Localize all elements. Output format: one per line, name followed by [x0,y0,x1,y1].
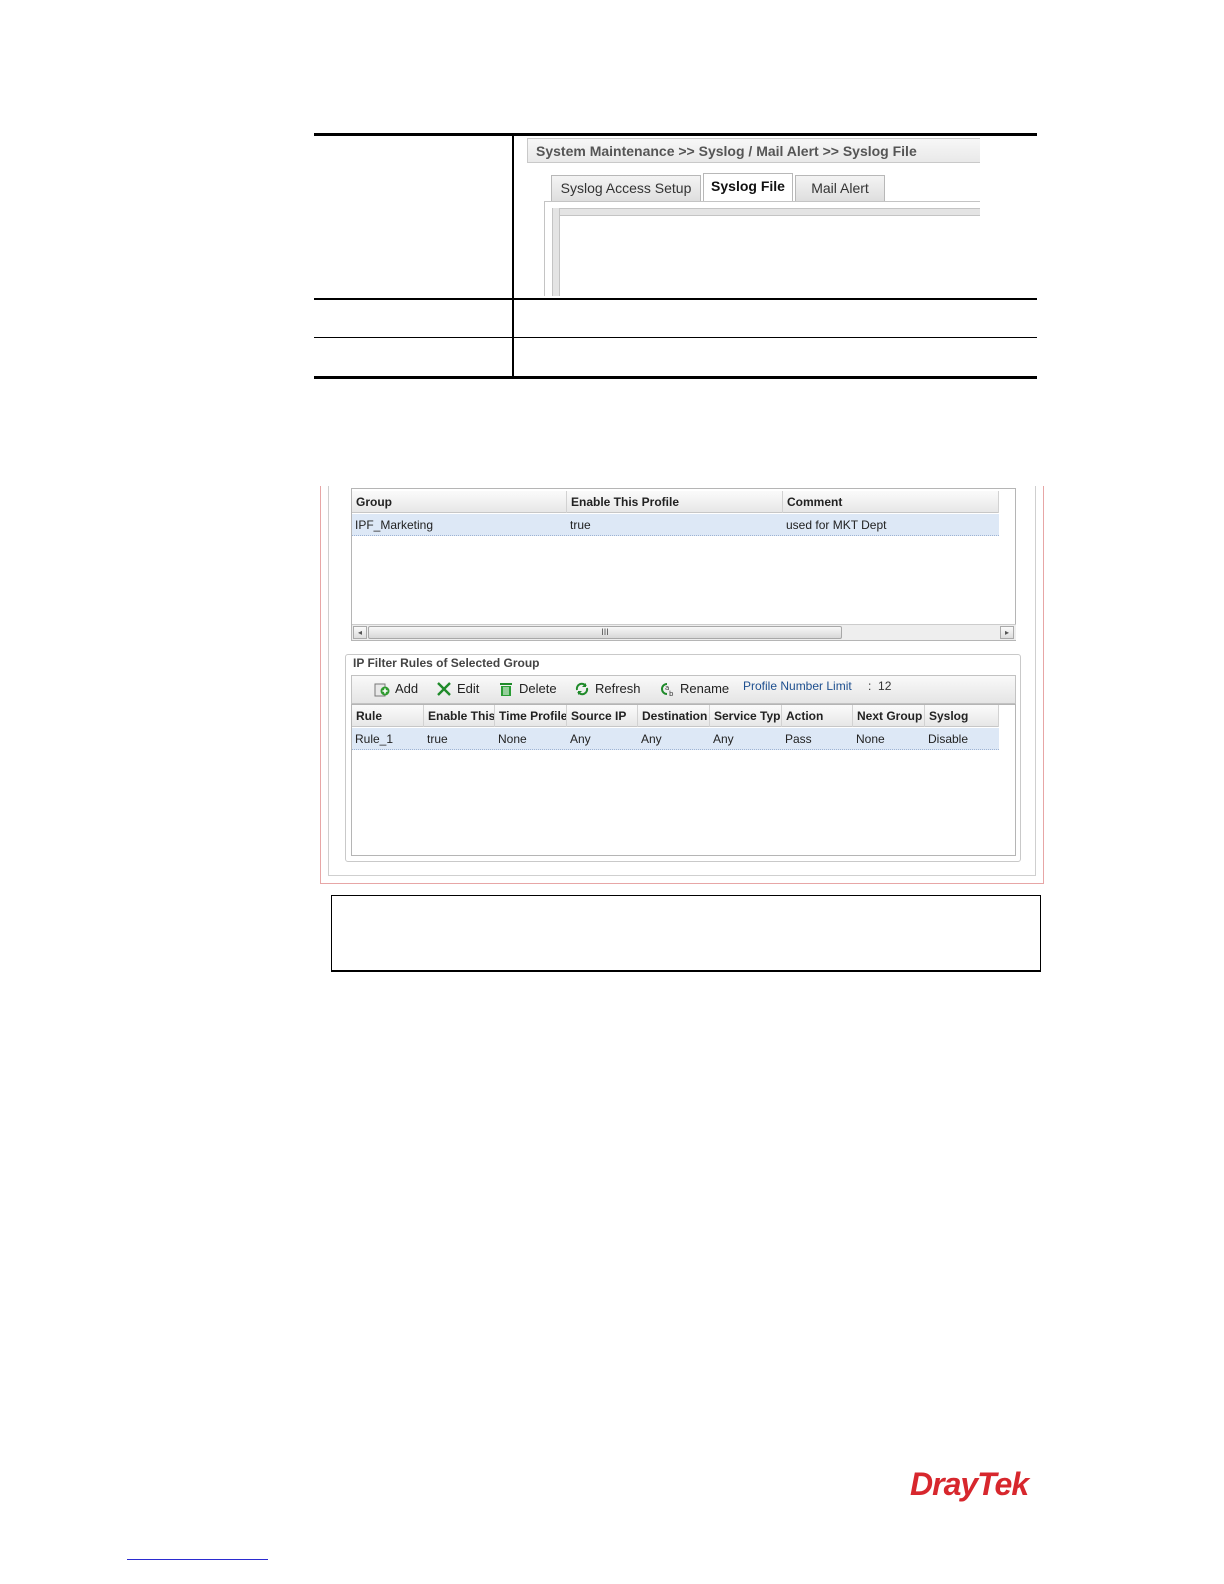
footer-link-underline [127,1559,268,1560]
tab-syslog-file[interactable]: Syslog File [703,173,793,201]
profile-limit-separator: : [868,679,872,693]
column-header-next-group[interactable]: Next Group [853,705,925,727]
tab-mail-alert[interactable]: Mail Alert [795,175,885,201]
delete-label: Delete [519,681,557,696]
column-header-group[interactable]: Group [352,491,567,513]
rename-button[interactable]: ab Rename [658,680,729,698]
cell-group: IPF_Marketing [355,518,434,532]
syslog-screenshot: System Maintenance >> Syslog / Mail Aler… [527,138,980,296]
rename-icon: ab [661,683,674,697]
column-header-syslog[interactable]: Syslog [925,705,999,727]
cell-next-group: None [856,732,885,746]
delete-button[interactable]: Delete [498,680,557,698]
cell-comment: used for MKT Dept [786,518,887,532]
refresh-icon [575,682,589,696]
cell-time-profile: None [498,732,527,746]
breadcrumb-text: System Maintenance >> Syslog / Mail Aler… [536,143,917,159]
draytek-logo: DrayTek [910,1466,1029,1502]
svg-text:b: b [669,690,674,697]
profile-limit-number: 12 [878,679,892,693]
refresh-button[interactable]: Refresh [574,680,641,698]
tab-syslog-access-setup[interactable]: Syslog Access Setup [551,175,701,201]
table-row[interactable]: Rule_1 true None Any Any Any Pass None D… [352,728,999,750]
trash-icon [500,683,512,696]
scroll-left-arrow-icon[interactable]: ◂ [353,626,367,639]
cell-rule: Rule_1 [355,732,394,746]
edit-button[interactable]: Edit [436,680,479,698]
rules-grid-header: Rule Enable This Time Profile Source IP … [352,705,999,727]
column-header-service-type[interactable]: Service Type [710,705,782,727]
cell-syslog: Disable [928,732,969,746]
column-header-enable-profile[interactable]: Enable This Profile [567,491,783,513]
cell-destination-ip: Any [641,732,662,746]
inner-panel-left-border [552,208,560,296]
table-bottom-rule [314,376,1037,379]
horizontal-scrollbar[interactable]: ◂ III ▸ [352,624,1016,640]
tab-body-left-border [544,201,545,296]
cell-action: Pass [785,732,812,746]
cell-service-type: Any [713,732,734,746]
add-label: Add [395,681,419,696]
refresh-label: Refresh [595,681,641,696]
cell-enable: true [427,732,448,746]
column-header-enable[interactable]: Enable This [424,705,495,727]
rename-label: Rename [680,681,730,696]
group-grid-header: Group Enable This Profile Comment [352,491,999,513]
note-box [331,895,1041,972]
cell-source-ip: Any [570,732,591,746]
profile-limit-label: Profile Number Limit [743,679,852,693]
rules-grid: Rule Enable This Time Profile Source IP … [351,704,1016,856]
rules-legend: IP Filter Rules of Selected Group [352,656,541,670]
table-row-divider [314,298,1037,300]
tab-body-top-border [544,201,980,202]
breadcrumb: System Maintenance >> Syslog / Mail Aler… [527,138,980,163]
cell-enable: true [570,518,591,532]
column-header-source-ip[interactable]: Source IP [567,705,638,727]
add-button[interactable]: Add [374,680,418,698]
scroll-thumb[interactable]: III [368,626,842,639]
table-row[interactable]: IPF_Marketing true used for MKT Dept [352,514,999,536]
add-icon [374,683,390,697]
column-header-action[interactable]: Action [782,705,853,727]
scroll-right-arrow-icon[interactable]: ▸ [1000,626,1014,639]
table-top-rule [314,133,1037,136]
table-column-divider [512,133,514,378]
group-grid: Group Enable This Profile Comment IPF_Ma… [351,488,1016,641]
table-row-divider [314,337,1037,338]
edit-icon [437,682,451,696]
profile-limit-value: : 12 [868,679,891,693]
column-header-rule[interactable]: Rule [352,705,424,727]
inner-panel-top-border [552,208,980,216]
edit-label: Edit [457,681,480,696]
column-header-comment[interactable]: Comment [783,491,999,513]
column-header-time-profile[interactable]: Time Profile [495,705,567,727]
column-header-destination-ip[interactable]: Destination I [638,705,710,727]
